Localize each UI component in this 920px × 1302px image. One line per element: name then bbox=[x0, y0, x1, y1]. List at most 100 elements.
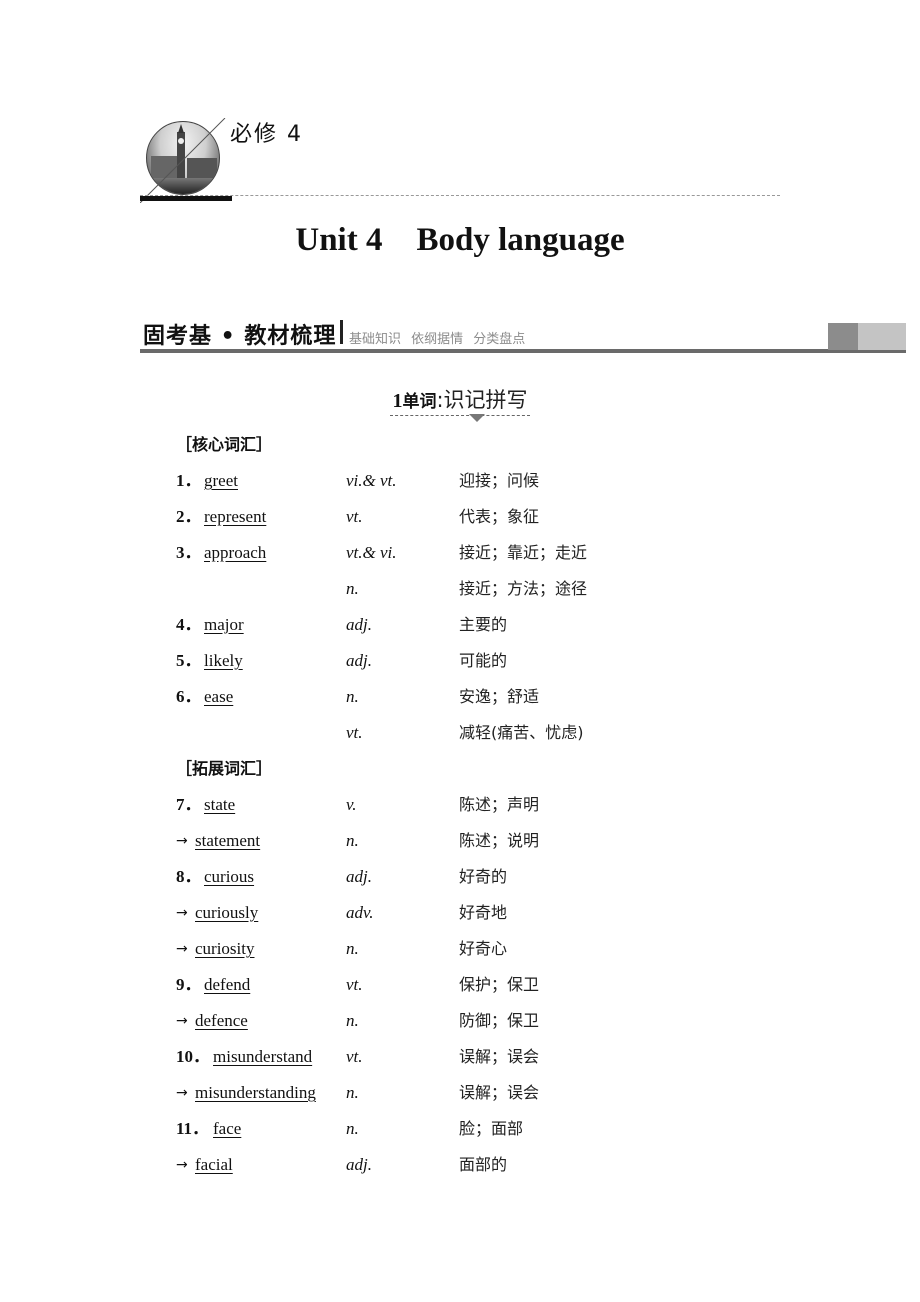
word-meaning: 减轻(痛苦、忧虑) bbox=[459, 723, 584, 742]
book-label: 必修 4 bbox=[230, 122, 303, 147]
word-meaning: 代表；象征 bbox=[459, 507, 540, 526]
vocab-row: vt. 减轻(痛苦、忧虑) bbox=[176, 719, 776, 755]
subsection-title: 识记拼写 bbox=[443, 388, 528, 412]
vocab-word: likely bbox=[204, 651, 243, 670]
subsection-number: 1 bbox=[392, 390, 403, 412]
word-meaning: 误解；误会 bbox=[459, 1083, 540, 1102]
extended-vocab-rows: 7． state v. 陈述；声明 → statement n. 陈述；说明 8． curious… bbox=[176, 791, 776, 1187]
vocab-row: → curiosity n. 好奇心 bbox=[176, 935, 776, 971]
word-meaning: 防御；保卫 bbox=[459, 1011, 540, 1030]
building-shape bbox=[187, 158, 217, 178]
vocab-word: misunderstand bbox=[213, 1047, 313, 1066]
part-of-speech: n. bbox=[346, 687, 359, 706]
vocab-row: 11． face n. 脸；面部 bbox=[176, 1115, 776, 1151]
part-of-speech: adj. bbox=[346, 615, 372, 634]
word-meaning: 脸；面部 bbox=[459, 1119, 524, 1138]
word-meaning: 迎接；问候 bbox=[459, 471, 540, 490]
word-meaning: 接近；靠近；走近 bbox=[459, 543, 588, 562]
clock-face-shape bbox=[178, 138, 184, 144]
vocab-word: curious bbox=[204, 867, 255, 886]
vocab-word: defend bbox=[204, 975, 251, 994]
part-of-speech: adj. bbox=[346, 1155, 372, 1174]
vocab-word: state bbox=[204, 795, 236, 814]
vocab-row: 4． major adj. 主要的 bbox=[176, 611, 776, 647]
part-of-speech: adv. bbox=[346, 903, 374, 922]
vocab-row: 3． approach vt.& vi. 接近；靠近；走近 bbox=[176, 539, 776, 575]
building-shape bbox=[151, 156, 177, 178]
entry-number: 3． bbox=[176, 543, 202, 562]
entry-number: 4． bbox=[176, 615, 202, 634]
word-meaning: 好奇心 bbox=[459, 939, 508, 958]
part-of-speech: n. bbox=[346, 939, 359, 958]
vocab-word: ease bbox=[204, 687, 234, 706]
header-accent-block bbox=[140, 196, 232, 201]
vocab-word: greet bbox=[204, 471, 238, 490]
entry-number: 1． bbox=[176, 471, 202, 490]
word-meaning: 面部的 bbox=[459, 1155, 508, 1174]
section-banner-subtitle: 基础知识 依纲据情 分类盘点 bbox=[349, 332, 526, 347]
derived-arrow-icon: → bbox=[176, 833, 188, 849]
vocab-row: → statement n. 陈述；说明 bbox=[176, 827, 776, 863]
banner-corner-block-dark bbox=[828, 323, 858, 350]
derived-arrow-icon: → bbox=[176, 1157, 188, 1173]
derived-arrow-icon: → bbox=[176, 941, 188, 957]
part-of-speech: vt.& vi. bbox=[346, 543, 397, 562]
vocab-word: represent bbox=[204, 507, 267, 526]
part-of-speech: adj. bbox=[346, 867, 372, 886]
word-meaning: 接近；方法；途径 bbox=[459, 579, 588, 598]
part-of-speech: vt. bbox=[346, 1047, 363, 1066]
core-vocab-rows: 1． greet vi.& vt. 迎接；问候 2． represent vt. 代表；象征 3… bbox=[176, 467, 776, 755]
part-of-speech: n. bbox=[346, 579, 359, 598]
vocab-row: 2． represent vt. 代表；象征 bbox=[176, 503, 776, 539]
word-meaning: 可能的 bbox=[459, 651, 508, 670]
banner-divider bbox=[340, 320, 343, 344]
extended-vocab-label: ［拓展词汇］ bbox=[176, 759, 273, 778]
part-of-speech: v. bbox=[346, 795, 357, 814]
vocab-word: misunderstanding bbox=[195, 1083, 316, 1102]
vocab-word: approach bbox=[204, 543, 267, 562]
banner-corner-block-light bbox=[858, 323, 906, 350]
entry-number: 11． bbox=[176, 1119, 210, 1138]
vocab-row: 6． ease n. 安逸；舒适 bbox=[176, 683, 776, 719]
vocab-word: curiously bbox=[195, 903, 259, 922]
word-meaning: 好奇地 bbox=[459, 903, 508, 922]
part-of-speech: n. bbox=[346, 1011, 359, 1030]
vocab-row: 1． greet vi.& vt. 迎接；问候 bbox=[176, 467, 776, 503]
part-of-speech: vt. bbox=[346, 723, 363, 742]
vocab-row: → defence n. 防御；保卫 bbox=[176, 1007, 776, 1043]
vocab-list: ［核心词汇］ 1． greet vi.& vt. 迎接；问候 2． represent vt… bbox=[176, 431, 776, 1187]
word-meaning: 主要的 bbox=[459, 615, 508, 634]
header-rule bbox=[140, 195, 780, 196]
word-meaning: 好奇的 bbox=[459, 867, 508, 886]
vocab-word: curiosity bbox=[195, 939, 255, 958]
vocab-row: 10． misunderstand vt. 误解；误会 bbox=[176, 1043, 776, 1079]
word-meaning: 陈述；声明 bbox=[459, 795, 540, 814]
vocab-word: statement bbox=[195, 831, 261, 850]
derived-arrow-icon: → bbox=[176, 1013, 188, 1029]
derived-arrow-icon: → bbox=[176, 905, 188, 921]
big-ben-emblem-icon bbox=[146, 121, 220, 195]
vocab-row: 8． curious adj. 好奇的 bbox=[176, 863, 776, 899]
unit-number: Unit 4 bbox=[295, 222, 383, 258]
unit-title: Unit 4 Body language bbox=[0, 222, 920, 259]
word-meaning: 保护；保卫 bbox=[459, 975, 540, 994]
vocab-row: 9． defend vt. 保护；保卫 bbox=[176, 971, 776, 1007]
river-shape bbox=[147, 178, 219, 194]
vocab-row: → misunderstanding n. 误解；误会 bbox=[176, 1079, 776, 1115]
vocab-row: → facial adj. 面部的 bbox=[176, 1151, 776, 1187]
vocab-row: n. 接近；方法；途径 bbox=[176, 575, 776, 611]
subsection-colon: : bbox=[436, 388, 444, 412]
part-of-speech: n. bbox=[346, 831, 359, 850]
word-meaning: 安逸；舒适 bbox=[459, 687, 540, 706]
entry-number: 9． bbox=[176, 975, 202, 994]
vocab-word: facial bbox=[195, 1155, 233, 1174]
part-of-speech: n. bbox=[346, 1119, 359, 1138]
entry-number: 6． bbox=[176, 687, 202, 706]
core-vocab-label: ［核心词汇］ bbox=[176, 435, 273, 454]
entry-number: 5． bbox=[176, 651, 202, 670]
section-banner-title: 固考基 • 教材梳理 bbox=[143, 324, 337, 349]
entry-number: 8． bbox=[176, 867, 202, 886]
subsection-heading: 1单词:识记拼写 bbox=[0, 384, 920, 422]
part-of-speech: n. bbox=[346, 1083, 359, 1102]
entry-number: 7． bbox=[176, 795, 202, 814]
